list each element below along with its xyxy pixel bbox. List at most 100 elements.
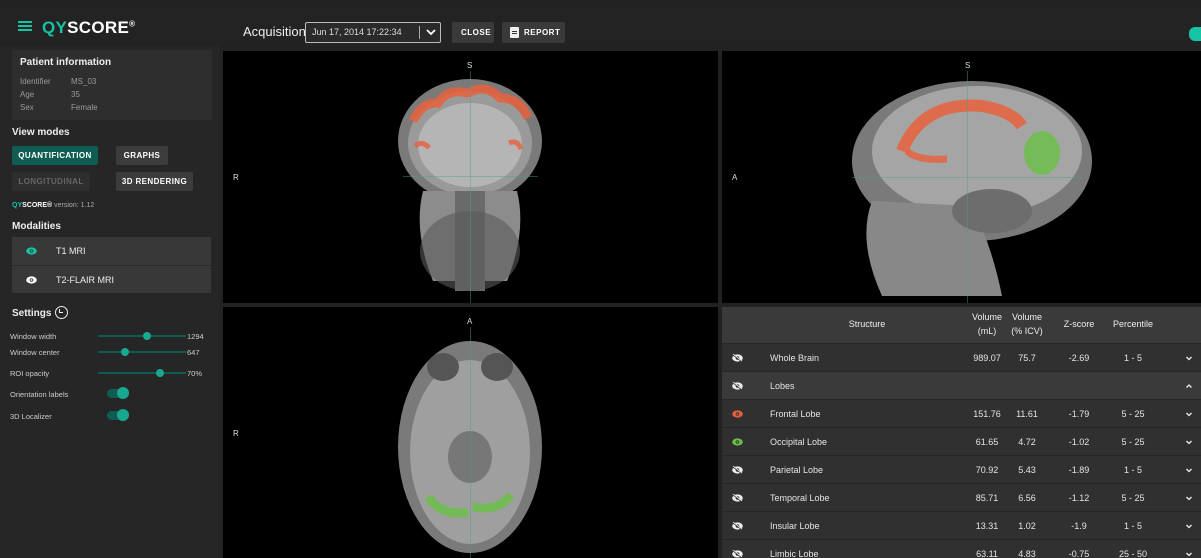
- longitudinal-button[interactable]: LONGITUDINAL: [12, 172, 90, 191]
- table-row[interactable]: Parietal Lobe 70.92 5.43 -1.89 1 - 5: [722, 455, 1201, 483]
- eye-off-icon[interactable]: [732, 354, 743, 362]
- zscore-cell: -1.79: [1068, 409, 1090, 419]
- zscore-cell: -0.75: [1068, 549, 1090, 558]
- volume-ml-cell: 13.31: [975, 521, 999, 531]
- roi-opacity-setting: ROI opacity 70%: [10, 369, 203, 378]
- table-row[interactable]: Insular Lobe 13.31 1.02 -1.9 1 - 5: [722, 511, 1201, 539]
- chevron-down-icon[interactable]: [1185, 550, 1193, 558]
- table-row[interactable]: Limbic Lobe 63.11 4.83 -0.75 25 - 50: [722, 539, 1201, 558]
- structure-name: Occipital Lobe: [770, 437, 828, 447]
- reset-settings-icon[interactable]: [55, 306, 68, 319]
- volume-icv-cell: 4.72: [1018, 437, 1036, 447]
- chevron-down-icon[interactable]: [1185, 438, 1193, 446]
- percentile-cell: 5 - 25: [1121, 409, 1145, 419]
- percentile-cell: 25 - 50: [1118, 549, 1148, 558]
- 3d-localizer-setting: 3D Localizer: [10, 409, 210, 423]
- volume-icv-cell: 11.61: [1016, 409, 1038, 419]
- volume-ml-cell: 63.11: [976, 549, 998, 558]
- table-row[interactable]: Occipital Lobe 61.65 4.72 -1.02 5 - 25: [722, 427, 1201, 455]
- patient-identifier-row: Identifier MS_03: [20, 77, 97, 86]
- report-button[interactable]: REPORT: [502, 22, 565, 43]
- eye-icon[interactable]: [26, 276, 37, 284]
- slider-thumb[interactable]: [143, 332, 151, 340]
- acquisition-label: Acquisition: [243, 24, 306, 39]
- table-row[interactable]: Temporal Lobe 85.71 6.56 -1.12 5 - 25: [722, 483, 1201, 511]
- slider-thumb[interactable]: [156, 369, 164, 377]
- slider-thumb[interactable]: [121, 348, 129, 356]
- hamburger-menu-icon[interactable]: [18, 21, 32, 32]
- volume-ml-cell: 151.76: [973, 409, 1001, 419]
- 3d-rendering-button[interactable]: 3D RENDERING: [116, 172, 193, 191]
- eye-off-icon[interactable]: [732, 466, 743, 474]
- orientation-label-left: R: [233, 429, 239, 438]
- user-account-icon[interactable]: [1189, 27, 1201, 41]
- volume-icv-cell: 75.7: [1018, 353, 1036, 363]
- table-group-row[interactable]: Lobes: [722, 371, 1201, 399]
- eye-off-icon[interactable]: [732, 494, 743, 502]
- acquisition-value: Jun 17, 2014 17:22:34: [312, 27, 402, 37]
- volume-icv-cell: 6.56: [1018, 493, 1036, 503]
- eye-off-icon[interactable]: [732, 522, 743, 530]
- orientation-label-top: S: [467, 61, 473, 70]
- window-center-slider[interactable]: [98, 348, 186, 356]
- axial-viewer[interactable]: A R: [223, 307, 718, 558]
- eye-off-icon[interactable]: [732, 382, 743, 390]
- structure-name: Temporal Lobe: [770, 493, 830, 503]
- chevron-down-icon[interactable]: [1185, 494, 1193, 502]
- col-volume-ml-1: Volume: [971, 312, 1003, 322]
- crosshair-vertical: [967, 71, 968, 303]
- eye-icon[interactable]: [26, 247, 37, 255]
- patient-info-title: Patient information: [20, 57, 112, 68]
- left-panel: Patient information Identifier MS_03 Age 3…: [0, 46, 220, 558]
- percentile-cell: 5 - 25: [1121, 437, 1145, 447]
- eye-icon[interactable]: [732, 438, 743, 446]
- graphs-button[interactable]: GRAPHS: [116, 146, 168, 165]
- coronal-viewer[interactable]: S R: [223, 51, 718, 303]
- col-zscore: Z-score: [1063, 319, 1095, 329]
- zscore-cell: -2.69: [1068, 353, 1090, 363]
- volume-ml-cell: 70.92: [975, 465, 999, 475]
- percentile-cell: 1 - 5: [1123, 465, 1142, 475]
- orientation-label-top: A: [467, 317, 473, 326]
- crosshair-horizontal: [852, 177, 1082, 178]
- 3d-localizer-toggle[interactable]: [107, 409, 129, 421]
- close-button[interactable]: CLOSE: [452, 22, 494, 43]
- top-bar: QYSCORE® Acquisition Jun 17, 2014 17:22:…: [0, 8, 1201, 46]
- eye-icon[interactable]: [732, 410, 743, 418]
- chevron-up-icon[interactable]: [1185, 382, 1193, 390]
- table-row[interactable]: Whole Brain 989.07 75.7 -2.69 1 - 5: [722, 343, 1201, 371]
- chevron-down-icon[interactable]: [1185, 410, 1193, 418]
- orientation-labels-setting: Orientation labels: [10, 387, 210, 401]
- chevron-down-icon[interactable]: [1185, 466, 1193, 474]
- chevron-down-icon[interactable]: [1185, 354, 1193, 362]
- crosshair-vertical: [470, 327, 471, 558]
- volumetry-table: Structure Volume (mL) Volume (% ICV) Z-s…: [722, 307, 1201, 558]
- patient-age-row: Age 35: [20, 90, 80, 99]
- quantification-button[interactable]: QUANTIFICATION: [12, 146, 98, 165]
- eye-off-icon[interactable]: [732, 550, 743, 558]
- volume-icv-cell: 4.83: [1018, 549, 1036, 558]
- volume-icv-cell: 5.43: [1018, 465, 1036, 475]
- orientation-labels-toggle[interactable]: [107, 387, 129, 399]
- modality-t1[interactable]: T1 MRI: [12, 237, 211, 265]
- app-window: QYSCORE® Acquisition Jun 17, 2014 17:22:…: [0, 0, 1201, 558]
- chevron-down-icon[interactable]: [1185, 522, 1193, 530]
- window-width-slider[interactable]: [98, 332, 186, 340]
- percentile-cell: 5 - 25: [1121, 493, 1145, 503]
- patient-sex-row: Sex Female: [20, 103, 98, 112]
- orientation-label-left: R: [233, 173, 239, 182]
- acquisition-select[interactable]: Jun 17, 2014 17:22:34: [305, 22, 441, 43]
- table-row[interactable]: Frontal Lobe 151.76 11.61 -1.79 5 - 25: [722, 399, 1201, 427]
- orientation-label-left: A: [732, 173, 738, 182]
- crosshair-horizontal: [403, 176, 538, 177]
- volume-icv-cell: 1.02: [1018, 521, 1036, 531]
- roi-opacity-slider[interactable]: [98, 369, 186, 377]
- version-info: QYSCORE® version: 1.12: [12, 202, 95, 209]
- report-icon: [510, 27, 519, 38]
- window-width-setting: Window width 1294: [10, 332, 204, 341]
- settings-title: Settings: [12, 308, 52, 319]
- percentile-cell: 1 - 5: [1123, 521, 1142, 531]
- modality-t2-flair[interactable]: T2-FLAIR MRI: [12, 265, 211, 293]
- col-volume-icv-1: Volume: [1011, 312, 1043, 322]
- sagittal-viewer[interactable]: S A: [722, 51, 1201, 303]
